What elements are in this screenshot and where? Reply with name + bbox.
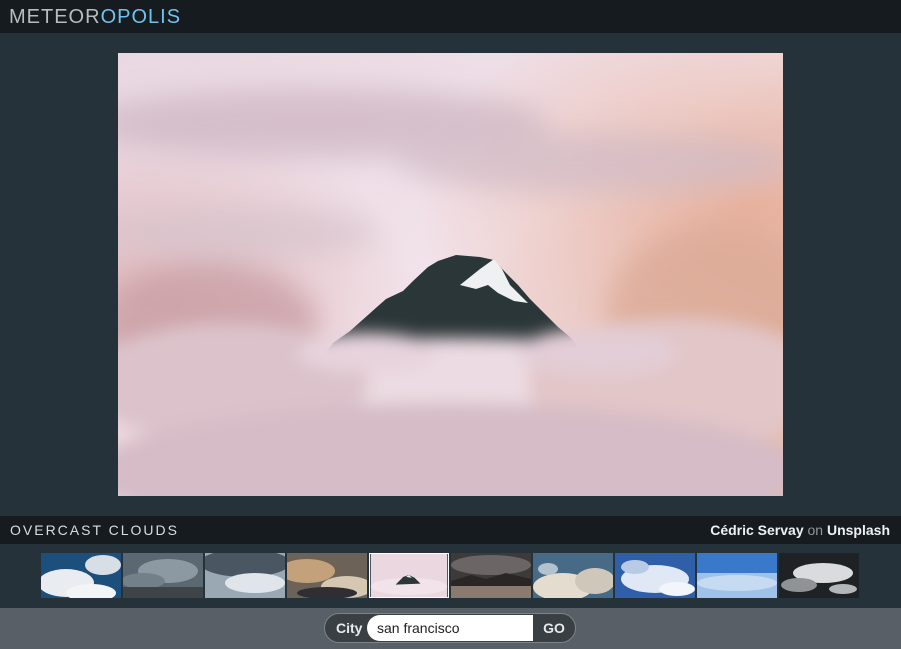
- app-logo[interactable]: METEOROPOLIS: [9, 5, 181, 29]
- thumbnail-6[interactable]: [451, 553, 531, 598]
- thumbnail-4[interactable]: [287, 553, 367, 598]
- city-input[interactable]: [367, 615, 533, 641]
- city-label: City: [336, 620, 363, 636]
- thumbnail-7[interactable]: [533, 553, 613, 598]
- footer-bar: City GO: [0, 608, 901, 649]
- caption-bar: OVERCAST CLOUDS Cédric Servay on Unsplas…: [0, 516, 901, 544]
- thumbnail-9[interactable]: [697, 553, 777, 598]
- thumbnail-2[interactable]: [123, 553, 203, 598]
- source-link[interactable]: Unsplash: [827, 522, 890, 538]
- thumbnail-strip: [41, 553, 861, 599]
- logo-text-meteor: METEOR: [9, 6, 101, 28]
- thumbnail-8[interactable]: [615, 553, 695, 598]
- weather-description: OVERCAST CLOUDS: [10, 522, 179, 538]
- thumbnail-10[interactable]: [779, 553, 859, 598]
- city-search-form: City GO: [324, 613, 576, 643]
- thumbnail-3[interactable]: [205, 553, 285, 598]
- main-weather-photo: [118, 53, 783, 496]
- photo-credit: Cédric Servay on Unsplash: [710, 522, 890, 538]
- logo-text-opolis: OPOLIS: [100, 6, 182, 28]
- top-bar: METEOROPOLIS: [0, 0, 901, 33]
- credit-joiner: on: [807, 522, 824, 538]
- photographer-link[interactable]: Cédric Servay: [710, 522, 803, 538]
- go-button[interactable]: GO: [533, 614, 575, 642]
- thumbnail-1[interactable]: [41, 553, 121, 598]
- thumbnail-5[interactable]: [369, 553, 449, 598]
